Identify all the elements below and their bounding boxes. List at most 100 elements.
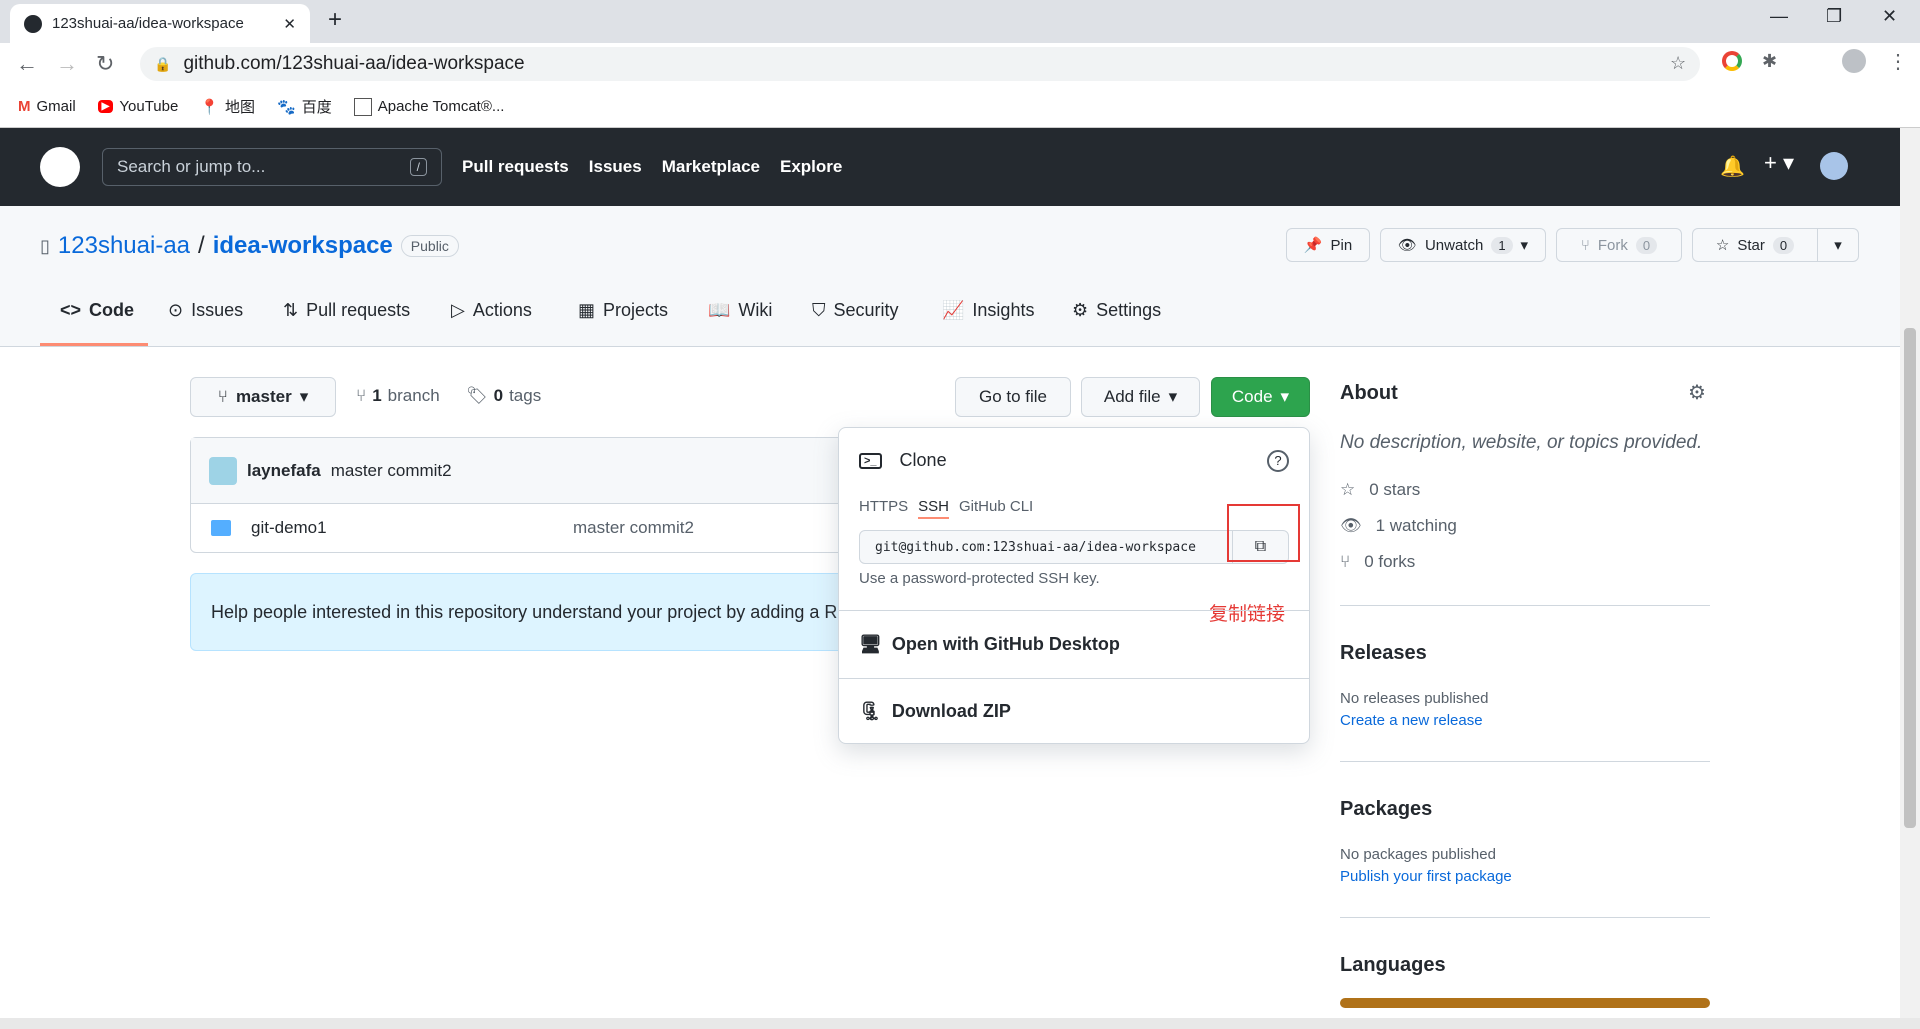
tab-actions[interactable]: ▷ Actions (451, 300, 532, 321)
bookmark-youtube[interactable]: ▶ YouTube (97, 98, 178, 115)
about-settings-gear-icon[interactable]: ⚙ (1688, 380, 1706, 405)
bookmark-baidu[interactable]: 🐾 百度 (277, 96, 332, 117)
stars-link[interactable]: ☆ 0 stars (1340, 480, 1420, 500)
menu-label: Open with GitHub Desktop (891, 634, 1120, 654)
tab-issues[interactable]: ⊙ Issues (168, 300, 243, 321)
scrollbar[interactable] (1900, 128, 1920, 1018)
watching-link[interactable]: 👁 1 watching (1340, 516, 1457, 536)
scrollbar-thumb[interactable] (1904, 328, 1916, 828)
repo-owner-link[interactable]: 123shuai-aa (58, 232, 190, 260)
star-list-dropdown[interactable]: ▾ (1817, 228, 1859, 262)
nav-marketplace[interactable]: Marketplace (662, 157, 760, 177)
bookmark-maps[interactable]: 📍 地图 (200, 96, 255, 117)
open-desktop-item[interactable]: 🖥 Open with GitHub Desktop (859, 634, 1120, 655)
file-commit[interactable]: master commit2 (573, 518, 694, 538)
unwatch-button[interactable]: 👁 Unwatch 1 ▾ (1380, 228, 1546, 262)
tab-title: 123shuai-aa/idea-workspace (52, 15, 244, 32)
tab-security[interactable]: ⛉ Security (812, 300, 899, 321)
nav-pull-requests[interactable]: Pull requests (462, 157, 569, 177)
tab-pull-requests[interactable]: ⇅ Pull requests (283, 300, 410, 321)
pin-button[interactable]: 📌 Pin (1286, 228, 1370, 262)
tab-projects[interactable]: ▦ Projects (578, 300, 668, 321)
code-button[interactable]: Code ▾ (1211, 377, 1310, 417)
eye-icon: 👁 (1340, 516, 1362, 535)
clone-tab-https[interactable]: HTTPS (859, 498, 908, 519)
github-logo-icon[interactable] (40, 147, 80, 187)
nav-issues[interactable]: Issues (589, 157, 642, 177)
profile-icon[interactable] (1842, 49, 1866, 73)
bookmark-label: Apache Tomcat®... (377, 98, 505, 115)
extensions-icon[interactable]: ✱ (1762, 51, 1777, 72)
branch-name: master (235, 387, 292, 406)
bookmark-gmail[interactable]: M Gmail (18, 98, 76, 115)
avatar (209, 456, 237, 485)
address-bar[interactable]: 🔒 github.com/123shuai-aa/idea-workspace (140, 47, 1700, 81)
create-release-link[interactable]: Create a new release (1340, 712, 1483, 729)
browser-tabstrip: 123shuai-aa/idea-workspace ✕ + — ❐ ✕ (0, 0, 1920, 43)
tab-code[interactable]: <> Code (60, 300, 134, 321)
fork-button[interactable]: ⑂ Fork 0 (1556, 228, 1682, 262)
separator: / (198, 232, 205, 259)
tab-settings[interactable]: ⚙ Settings (1072, 300, 1161, 321)
button-label: Go to file (978, 387, 1048, 406)
commit-author[interactable]: laynefafa (247, 461, 321, 481)
tab-label: Code (89, 300, 135, 320)
fork-icon: ⑂ (1340, 552, 1351, 571)
close-tab-icon[interactable]: ✕ (283, 15, 296, 33)
download-zip-item[interactable]: 🗜 Download ZIP (859, 701, 1011, 722)
publish-package-link[interactable]: Publish your first package (1340, 868, 1512, 885)
button-label: Code (1231, 387, 1273, 406)
clone-tab-cli[interactable]: GitHub CLI (959, 498, 1033, 519)
clone-url-field[interactable]: git@github.com:123shuai-aa/idea-workspac… (859, 530, 1289, 564)
button-label: Add file (1103, 387, 1161, 406)
tab-wiki[interactable]: 📖 Wiki (708, 300, 772, 321)
tab-insights[interactable]: 📈 Insights (942, 300, 1034, 321)
bookmark-tomcat[interactable]: Apache Tomcat®... (353, 97, 505, 116)
tags-link[interactable]: 🏷 0 tags (466, 386, 541, 406)
clone-tab-ssh[interactable]: SSH (918, 498, 950, 519)
releases-title[interactable]: Releases (1340, 642, 1427, 665)
browser-tab[interactable]: 123shuai-aa/idea-workspace ✕ (10, 4, 310, 43)
close-window-icon[interactable]: ✕ (1882, 6, 1897, 27)
eye-icon: 👁 (1397, 237, 1417, 254)
forward-icon[interactable]: → (56, 51, 78, 77)
go-to-file-button[interactable]: Go to file (955, 377, 1071, 417)
packages-title[interactable]: Packages (1340, 798, 1432, 821)
add-file-button[interactable]: Add file ▾ (1081, 377, 1200, 417)
help-icon[interactable]: ? (1267, 450, 1289, 472)
nav-explore[interactable]: Explore (780, 157, 842, 177)
file-name[interactable]: git-demo1 (251, 518, 573, 538)
avatar[interactable] (1820, 152, 1848, 180)
visibility-badge: Public (400, 235, 459, 257)
commit-message[interactable]: master commit2 (331, 461, 452, 481)
search-shortcut: / (409, 158, 427, 176)
branches-link[interactable]: ⑂ 1 branch (356, 386, 440, 406)
tags-label: tags (509, 386, 542, 405)
languages-title: Languages (1340, 954, 1446, 976)
graph-icon: 📈 (942, 300, 965, 320)
minimize-icon[interactable]: — (1770, 6, 1788, 27)
pin-icon: 📌 (1303, 237, 1323, 254)
notifications-icon[interactable]: 🔔 (1720, 154, 1745, 179)
reload-icon[interactable]: ↻ (96, 51, 114, 77)
table-icon: ▦ (578, 300, 596, 320)
clone-url[interactable]: git@github.com:123shuai-aa/idea-workspac… (860, 540, 1232, 555)
extension-icon[interactable] (1722, 51, 1742, 71)
new-tab-icon[interactable]: + (328, 6, 342, 34)
tab-label: Security (833, 300, 899, 320)
github-favicon-icon (24, 14, 42, 33)
bookmark-star-icon[interactable]: ☆ (1670, 53, 1686, 74)
forks-text: 0 forks (1364, 552, 1416, 571)
branch-icon: ⑂ (217, 387, 228, 406)
star-button[interactable]: ☆ Star 0 (1692, 228, 1818, 262)
book-icon: 📖 (708, 300, 731, 320)
url-text[interactable]: github.com/123shuai-aa/idea-workspace (183, 53, 524, 75)
create-new-icon[interactable]: + ▾ (1764, 150, 1794, 176)
branch-select-button[interactable]: ⑂ master ▾ (190, 377, 336, 417)
search-input[interactable]: Search or jump to... / (102, 148, 442, 186)
forks-link[interactable]: ⑂ 0 forks (1340, 552, 1415, 572)
menu-icon[interactable]: ⋮ (1888, 49, 1908, 74)
restore-icon[interactable]: ❐ (1826, 6, 1842, 27)
back-icon[interactable]: ← (16, 51, 38, 77)
repo-name-link[interactable]: idea-workspace (213, 232, 393, 260)
